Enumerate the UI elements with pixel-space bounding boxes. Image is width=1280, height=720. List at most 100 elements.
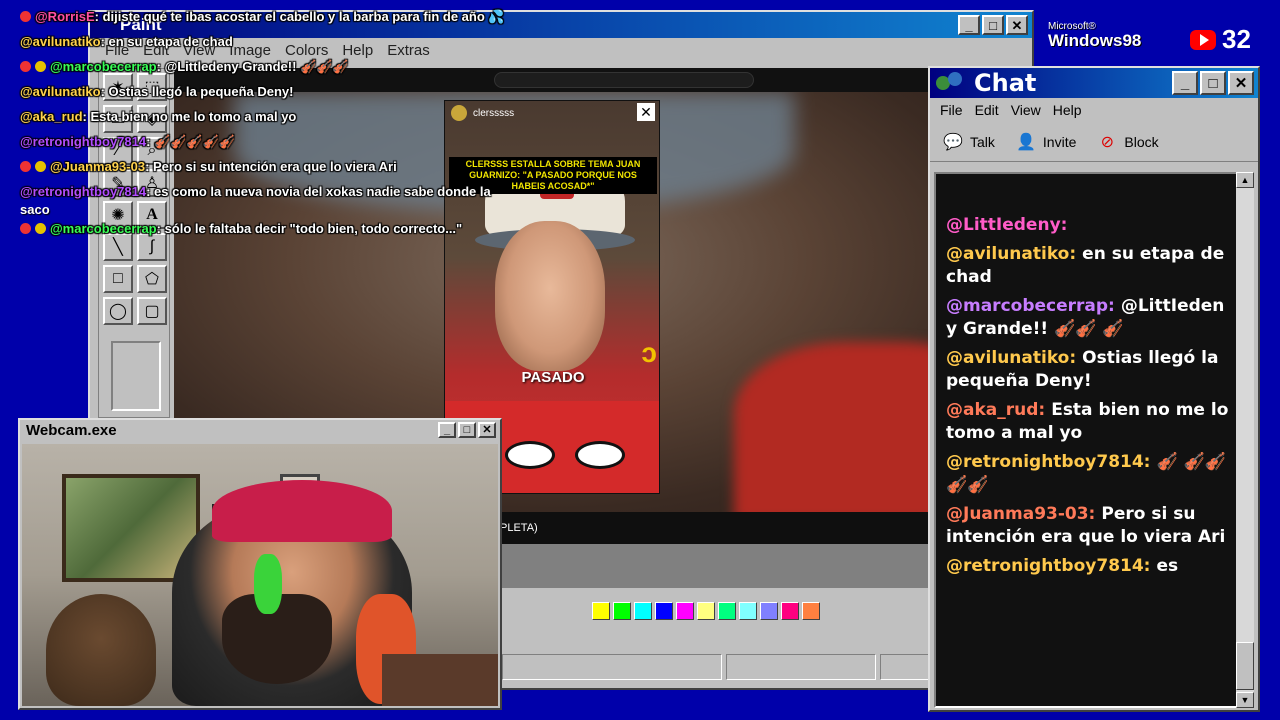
chat-menu-view[interactable]: View — [1005, 102, 1047, 118]
scroll-up-icon[interactable]: ▲ — [1236, 172, 1254, 188]
windows98-label: Windows98 — [1048, 31, 1142, 50]
overlay-chat-line: @retronightboy7814: 🎻🎻🎻🎻🎻 — [20, 129, 550, 154]
chat-message: @retronightboy7814: es — [946, 555, 1230, 578]
chat-menu-help[interactable]: Help — [1047, 102, 1088, 118]
subscriber-icon — [35, 61, 46, 72]
chat-username: @Juanma93-03: — [946, 504, 1096, 524]
overlay-chat: @RorrisE: dijiste qué te ibas acostar el… — [20, 4, 550, 241]
overlay-chat-text: : sólo le faltaba decir "todo bien, todo… — [156, 221, 463, 236]
overlay-chat-text: : Esta bien no me lo tomo a mal yo — [82, 109, 297, 124]
rounded-rect-icon[interactable]: ▢ — [137, 297, 167, 325]
block-button[interactable]: ⊘ Block — [1096, 131, 1159, 153]
chat-title: Chat — [974, 69, 1037, 97]
chat-message: @avilunatiko: en su etapa de chad — [946, 243, 1230, 289]
webcam-feed — [22, 444, 498, 706]
tool-options[interactable] — [111, 341, 161, 411]
color-swatch[interactable] — [613, 602, 631, 620]
chat-username: @marcobecerrap: — [946, 296, 1115, 316]
talk-button[interactable]: 💬 Talk — [942, 131, 995, 153]
chat-menu-edit[interactable]: Edit — [969, 102, 1005, 118]
scroll-thumb[interactable] — [1236, 642, 1254, 690]
overlay-chat-line: @retronightboy7814: es como la nueva nov… — [20, 179, 550, 204]
minimize-button[interactable]: _ — [958, 15, 980, 35]
block-label: Block — [1124, 133, 1159, 150]
overlay-chat-text: : dijiste qué te ibas acostar el cabello… — [94, 9, 505, 24]
rectangle-icon[interactable]: □ — [103, 265, 133, 293]
badge-icon — [20, 11, 31, 22]
color-swatch[interactable] — [697, 602, 715, 620]
color-swatch[interactable] — [592, 602, 610, 620]
overlay-chat-line: @marcobecerrap: @Littledeny Grande!! 🎻🎻🎻 — [20, 54, 550, 79]
overlay-chat-text: : 🎻🎻🎻🎻🎻 — [146, 134, 235, 149]
chat-menu-file[interactable]: File — [934, 102, 969, 118]
chat-text: es — [1156, 556, 1179, 576]
overlay-chat-text: : en su etapa de chad — [100, 34, 233, 49]
close-button[interactable]: ✕ — [1228, 71, 1254, 95]
overlay-chat-line: @Juanma93-03: Pero si su intención era q… — [20, 154, 550, 179]
invite-label: Invite — [1042, 133, 1077, 150]
webcam-title: Webcam.exe — [26, 421, 117, 439]
chat-message: @retronightboy7814: 🎻 🎻🎻🎻🎻 — [946, 451, 1230, 497]
status-cell — [502, 654, 722, 680]
reel-caption: PASADO — [521, 369, 585, 386]
badge-icon — [20, 61, 31, 72]
chat-username: @avilunatiko: — [946, 244, 1077, 264]
color-swatch[interactable] — [655, 602, 673, 620]
overlay-chat-line: saco — [20, 202, 550, 217]
chat-users-icon — [936, 72, 966, 94]
overlay-chat-user: @marcobecerrap — [50, 221, 157, 236]
invite-icon: 👤 — [1015, 133, 1036, 151]
minimize-button[interactable]: _ — [438, 422, 456, 438]
overlay-chat-text: saco — [20, 202, 50, 217]
overlay-chat-user: @retronightboy7814 — [20, 134, 147, 149]
invite-button[interactable]: 👤 Invite — [1015, 131, 1076, 153]
chat-messages[interactable]: @LittIedeny: @avilunatiko: en su etapa de … — [934, 172, 1240, 708]
status-cell — [726, 654, 876, 680]
chat-username: @retronightboy7814: — [946, 556, 1151, 576]
badge-icon — [20, 161, 31, 172]
chat-message: @avilunatiko: Ostias llegó la pequeña Den… — [946, 347, 1230, 393]
maximize-button[interactable]: □ — [1200, 71, 1226, 95]
badge-icon — [20, 223, 31, 234]
subscriber-icon — [35, 223, 46, 234]
chat-username: @retronightboy7814: — [946, 452, 1151, 472]
maximize-button[interactable]: □ — [458, 422, 476, 438]
webcam-titlebar[interactable]: Webcam.exe _ □ ✕ — [20, 420, 500, 440]
chat-toolbar: 💬 Talk 👤 Invite ⊘ Block — [930, 122, 1258, 162]
scroll-down-icon[interactable]: ▼ — [1236, 692, 1254, 708]
color-swatch[interactable] — [760, 602, 778, 620]
close-button[interactable]: ✕ — [478, 422, 496, 438]
chat-titlebar[interactable]: Chat _ □ ✕ — [930, 68, 1258, 98]
close-icon[interactable]: ✕ — [637, 103, 655, 121]
headset-icon — [254, 554, 282, 614]
shirt-logo-icon: ɔ — [641, 337, 657, 368]
color-swatch[interactable] — [781, 602, 799, 620]
chat-message: @aka_rud: Esta bien no me lo tomo a mal y… — [946, 399, 1230, 445]
talk-label: Talk — [970, 133, 995, 150]
chat-username: @LittIedeny: — [946, 215, 1068, 235]
polygon-icon[interactable]: ⬠ — [137, 265, 167, 293]
overlay-chat-user: @retronightboy7814 — [20, 184, 147, 199]
color-swatch[interactable] — [739, 602, 757, 620]
overlay-chat-line: @aka_rud: Esta bien no me lo tomo a mal … — [20, 104, 550, 129]
ellipse-icon[interactable]: ◯ — [103, 297, 133, 325]
color-swatch[interactable] — [718, 602, 736, 620]
chat-scrollbar[interactable]: ▲ ▼ — [1236, 172, 1254, 708]
close-button[interactable]: ✕ — [1006, 15, 1028, 35]
color-swatch[interactable] — [634, 602, 652, 620]
overlay-chat-line: @RorrisE: dijiste qué te ibas acostar el… — [20, 4, 550, 29]
overlay-chat-user: @avilunatiko — [20, 34, 101, 49]
color-swatch[interactable] — [676, 602, 694, 620]
chat-username: @aka_rud: — [946, 400, 1046, 420]
overlay-chat-text: : es como la nueva novia del xokas nadie… — [146, 184, 491, 199]
overlay-chat-user: @Juanma93-03 — [50, 159, 146, 174]
youtube-icon — [1190, 30, 1216, 50]
overlay-chat-user: @marcobecerrap — [50, 59, 157, 74]
chat-message: @marcobecerrap: @LittIedeny Grande!! 🎻🎻 🎻 — [946, 295, 1230, 341]
maximize-button[interactable]: □ — [982, 15, 1004, 35]
overlay-chat-user: @aka_rud — [20, 109, 83, 124]
minimize-button[interactable]: _ — [1172, 71, 1198, 95]
color-swatch[interactable] — [802, 602, 820, 620]
overlay-chat-user: @RorrisE — [35, 9, 95, 24]
windows98-logo: Microsoft® Windows98 — [1048, 20, 1142, 50]
